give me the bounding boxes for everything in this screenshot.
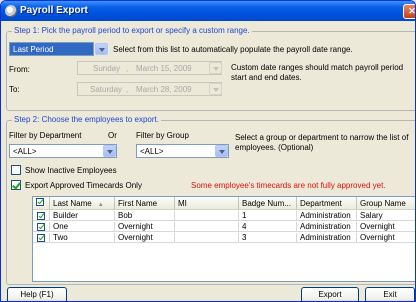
column-first-name[interactable]: First Name: [115, 197, 175, 210]
cell-last-name: Builder: [50, 211, 115, 221]
help-button[interactable]: Help (F1): [7, 287, 67, 301]
export-button[interactable]: Export: [301, 287, 359, 301]
from-label: From:: [9, 65, 30, 74]
cell-mi: [175, 211, 239, 221]
cell-group-name: Overnight: [357, 233, 415, 243]
cell-first-name: Overnight: [115, 233, 175, 243]
period-select[interactable]: Last Period: [9, 42, 94, 56]
show-inactive-checkbox[interactable]: [11, 165, 21, 175]
department-filter-label: Filter by Department: [9, 131, 82, 140]
payroll-export-window: Payroll Export ✕ Step 1: Pick the payrol…: [0, 0, 416, 302]
cell-first-name: Overnight: [115, 222, 175, 232]
group-filter-label: Filter by Group: [136, 131, 189, 140]
filter-note: Select a group or department to narrow t…: [235, 133, 409, 152]
show-inactive-label: Show Inactive Employees: [25, 166, 117, 175]
row-checkbox[interactable]: [37, 234, 45, 242]
cell-last-name: One: [50, 222, 115, 232]
cell-department: Administration: [297, 211, 357, 221]
grid-header: Last Name ▲ First Name MI Badge Num... De…: [33, 197, 415, 210]
cell-department: Administration: [297, 222, 357, 232]
period-hint: Select from this list to automatically p…: [113, 45, 353, 54]
column-group-name[interactable]: Group Name: [357, 197, 415, 210]
from-sep: ,: [126, 64, 129, 73]
department-select[interactable]: <ALL>: [9, 144, 117, 158]
or-label: Or: [108, 131, 117, 140]
close-icon: ✕: [408, 6, 416, 16]
cell-group-name: Overnight: [357, 222, 415, 232]
exit-button[interactable]: Exit: [365, 287, 415, 301]
row-checkbox[interactable]: [37, 223, 45, 231]
period-value: Last Period: [13, 45, 54, 54]
table-row[interactable]: Two Overnight 3 Administration Overnight: [33, 233, 415, 243]
cell-department: Administration: [297, 233, 357, 243]
group-dropdown-icon[interactable]: [215, 145, 228, 157]
to-day: Saturday: [90, 85, 123, 94]
column-department[interactable]: Department: [297, 197, 357, 210]
cell-group-name: Salary: [357, 211, 415, 221]
title-bar[interactable]: Payroll Export ✕: [1, 1, 416, 21]
period-dropdown-icon[interactable]: [95, 43, 108, 55]
from-date-picker[interactable]: Sunday , March 15, 2009: [77, 61, 222, 75]
app-icon: [5, 5, 17, 17]
step1-legend: Step 1: Pick the payroll period to expor…: [12, 26, 252, 35]
cell-mi: [175, 222, 239, 232]
table-row[interactable]: One Overnight 4 Administration Overnight: [33, 222, 415, 232]
export-approved-label: Export Approved Timecards Only: [25, 181, 142, 190]
from-date: March 15, 2009: [136, 64, 192, 73]
column-mi[interactable]: MI: [175, 197, 239, 210]
column-last-name[interactable]: Last Name ▲: [50, 197, 115, 210]
cell-last-name: Two: [50, 233, 115, 243]
to-date: March 28, 2009: [136, 85, 192, 94]
close-button[interactable]: ✕: [403, 4, 416, 19]
employee-grid[interactable]: Last Name ▲ First Name MI Badge Num... De…: [32, 196, 415, 282]
cell-mi: [175, 233, 239, 243]
approval-warning: Some employee's timecards are not fully …: [191, 181, 386, 190]
to-sep: ,: [126, 85, 129, 94]
cell-badge-num: 3: [239, 233, 297, 243]
to-label: To:: [9, 85, 20, 94]
group-value: <ALL>: [140, 147, 164, 156]
cell-first-name: Bob: [115, 211, 175, 221]
export-approved-checkbox[interactable]: [11, 180, 21, 190]
window-title: Payroll Export: [20, 5, 88, 16]
row-checkbox[interactable]: [37, 212, 45, 220]
department-value: <ALL>: [13, 147, 37, 156]
header-select-all[interactable]: [33, 197, 50, 210]
from-date-dropdown-icon[interactable]: [209, 62, 222, 74]
column-badge-num[interactable]: Badge Num...: [239, 197, 297, 210]
cell-badge-num: 4: [239, 222, 297, 232]
from-day: Sunday: [93, 64, 121, 73]
select-all-checkbox[interactable]: [36, 198, 44, 206]
custom-range-note: Custom date ranges should match payroll …: [231, 63, 404, 82]
cell-badge-num: 1: [239, 211, 297, 221]
to-date-picker[interactable]: Saturday , March 28, 2009: [77, 82, 222, 96]
table-row[interactable]: Builder Bob 1 Administration Salary: [33, 211, 415, 221]
step2-legend: Step 2: Choose the employees to export.: [12, 115, 161, 124]
department-dropdown-icon[interactable]: [103, 145, 116, 157]
to-date-dropdown-icon[interactable]: [209, 83, 222, 95]
sort-ascending-icon: ▲: [97, 202, 104, 208]
